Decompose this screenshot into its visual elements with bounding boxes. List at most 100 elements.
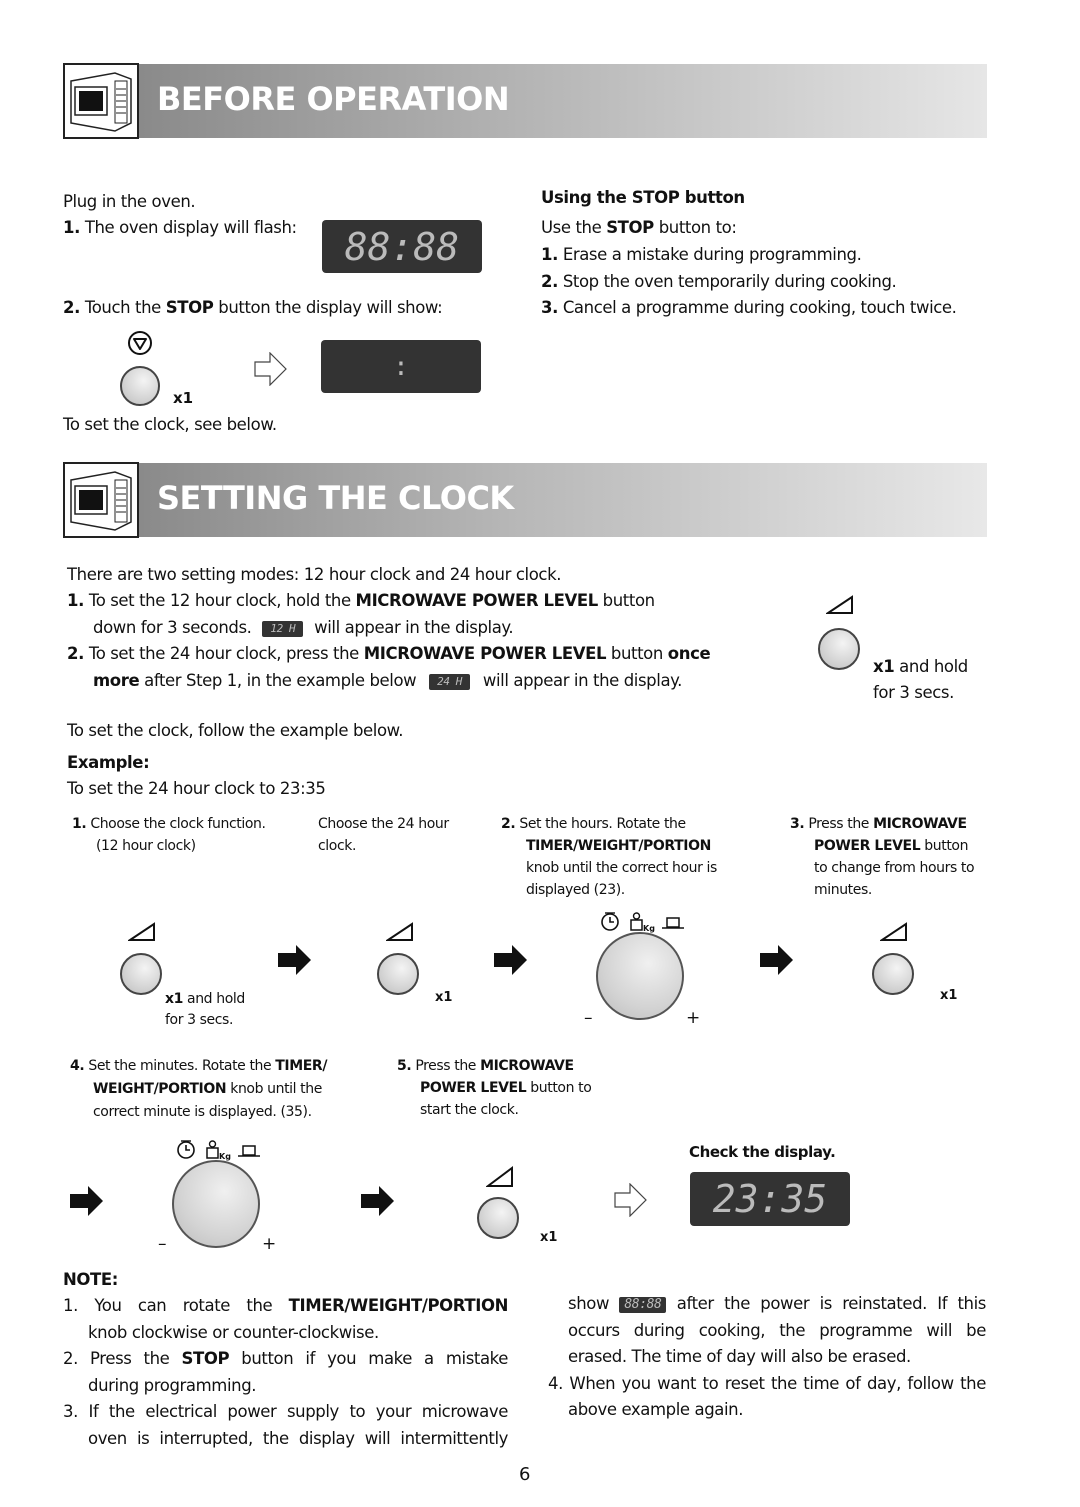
note-number: 1.	[63, 1296, 78, 1315]
step-4-caption: 4. Set the minutes. Rotate the TIMER/ WE…	[70, 1055, 327, 1124]
power-level-symbol-icon	[384, 922, 414, 946]
portion-icon	[662, 917, 684, 929]
using-stop-intro: Use the STOP button to:	[541, 215, 737, 241]
solid-arrow-right-icon	[760, 945, 794, 979]
step-1-caption: 1. Choose the clock function. (12 hour c…	[72, 813, 266, 857]
timer-icon	[601, 912, 619, 931]
note-3-line-1: 3. If the electrical power supply to you…	[63, 1399, 508, 1425]
text: To set the 12 hour clock, hold the	[88, 591, 356, 610]
note-number: 2.	[63, 1349, 78, 1368]
stop-button[interactable]	[120, 366, 160, 406]
microwave-power-level-button[interactable]	[818, 628, 860, 670]
microwave-power-level-button[interactable]	[120, 953, 162, 995]
timer-knob-keyword: TIMER/WEIGHT/PORTION	[526, 838, 711, 854]
power-level-symbol-icon	[485, 1166, 514, 1192]
text: and hold	[182, 991, 245, 1007]
press-count: x1	[165, 991, 183, 1007]
section-header-before-operation: BEFORE OPERATION	[63, 63, 987, 139]
text: button	[920, 838, 969, 854]
text: (12 hour clock)	[96, 838, 196, 854]
solid-arrow-right-icon	[278, 945, 312, 979]
list-item: 1. Erase a mistake during programming.	[541, 242, 862, 268]
modes-intro: There are two setting modes: 12 hour clo…	[67, 565, 562, 584]
weight-icon: Kg	[630, 912, 655, 933]
text: Set the hours. Rotate the	[519, 816, 686, 832]
text: correct minute is displayed. (35).	[93, 1104, 312, 1120]
note-number: 4.	[548, 1374, 563, 1393]
step-2-caption: 2. Set the hours. Rotate the TIMER/WEIGH…	[501, 813, 717, 901]
text: Press the	[808, 816, 874, 832]
more-keyword: more	[93, 671, 140, 690]
note-2-line-1: 2. Press the STOP button if you make a m…	[63, 1346, 508, 1372]
stop-keyword: STOP	[165, 298, 214, 317]
microwave-power-level-button[interactable]	[872, 953, 914, 995]
note-number: 3.	[63, 1402, 78, 1421]
text: displayed (23).	[526, 882, 625, 898]
hollow-arrow-right-icon	[254, 351, 288, 390]
timer-knob-keyword: TIMER/WEIGHT/PORTION	[288, 1296, 509, 1315]
mode-1-line-1: 1. To set the 12 hour clock, hold the MI…	[67, 588, 655, 614]
item-text: Stop the oven temporarily during cooking…	[562, 272, 897, 291]
item-number: 1.	[541, 245, 558, 264]
see-below-text: To set the clock, see below.	[63, 415, 277, 434]
timer-knob-keyword: WEIGHT/PORTION	[93, 1081, 227, 1097]
list-item: 2. Stop the oven temporarily during cook…	[541, 269, 897, 295]
text: clock.	[318, 838, 357, 854]
section-title: BEFORE OPERATION	[157, 80, 510, 118]
timer-weight-portion-knob[interactable]	[172, 1160, 260, 1248]
knob-plus-label: +	[262, 1234, 277, 1254]
hollow-arrow-right-icon	[614, 1182, 648, 1221]
list-item: 3. Cancel a programme during cooking, to…	[541, 295, 957, 321]
mode-2-line-2: more after Step 1, in the example below …	[93, 668, 682, 694]
mode-2-line-1: 2. To set the 24 hour clock, press the M…	[67, 641, 711, 667]
weight-icon: Kg	[206, 1140, 231, 1161]
step-number: 1.	[63, 218, 80, 237]
example-label: Example:	[67, 753, 150, 772]
solid-arrow-right-icon	[494, 945, 528, 979]
power-level-keyword: MICROWAVE POWER LEVEL	[355, 591, 599, 610]
check-display-label: Check the display.	[689, 1143, 836, 1161]
microwave-power-level-button[interactable]	[377, 953, 419, 995]
text: after the power is reinstated. If this	[676, 1294, 987, 1313]
power-level-keyword: MICROWAVE	[873, 816, 967, 832]
item-text: Cancel a programme during cooking, touch…	[562, 298, 957, 317]
example-text: To set the 24 hour clock to 23:35	[67, 779, 326, 798]
step-text: The oven display will flash:	[84, 218, 297, 237]
text: and hold	[894, 657, 968, 676]
text: button	[597, 591, 655, 610]
step-number: 2.	[63, 298, 80, 317]
text: knob until the correct hour is	[526, 860, 717, 876]
power-level-keyword: POWER LEVEL	[814, 838, 921, 854]
mode-1-line-2: down for 3 seconds. 12 H will appear in …	[93, 615, 514, 641]
text: button	[606, 644, 668, 663]
step-5-caption: 5. Press the MICROWAVE POWER LEVEL butto…	[397, 1055, 592, 1121]
hold-instruction: x1 and hold	[165, 988, 245, 1010]
press-count: x1	[173, 389, 194, 407]
step-text: button the display will show:	[213, 298, 443, 317]
step-1b-caption: Choose the 24 hour clock.	[318, 813, 449, 857]
note-label: NOTE:	[63, 1270, 118, 1289]
section-title: SETTING THE CLOCK	[157, 479, 514, 517]
step-number: 1.	[72, 816, 87, 832]
note-1-line-2: knob clockwise or counter-clockwise.	[88, 1323, 379, 1342]
timer-weight-portion-knob[interactable]	[596, 932, 684, 1020]
text: will appear in the display.	[482, 671, 683, 690]
note-3-line-2: oven is interrupted, the display will in…	[88, 1429, 508, 1448]
solid-arrow-right-icon	[70, 1186, 104, 1220]
step-number: 5.	[397, 1058, 412, 1074]
press-count: x1	[940, 988, 958, 1003]
solid-arrow-right-icon	[361, 1186, 395, 1220]
hold-instruction: x1 and hold	[873, 654, 968, 680]
item-number: 3.	[541, 298, 558, 317]
note-4-line-2: above example again.	[568, 1400, 744, 1419]
text: will appear in the display.	[314, 618, 514, 637]
timer-icon	[177, 1140, 195, 1159]
microwave-power-level-button[interactable]	[477, 1197, 519, 1239]
text: after Step 1, in the example below	[139, 671, 417, 690]
step-number: 2.	[501, 816, 516, 832]
note-3-line-4: occurs during cooking, the programme wil…	[568, 1321, 986, 1340]
stop-symbol-icon	[127, 330, 153, 360]
power-level-keyword: MICROWAVE	[480, 1058, 574, 1074]
microwave-icon	[63, 63, 139, 139]
power-level-symbol-icon	[824, 595, 854, 619]
